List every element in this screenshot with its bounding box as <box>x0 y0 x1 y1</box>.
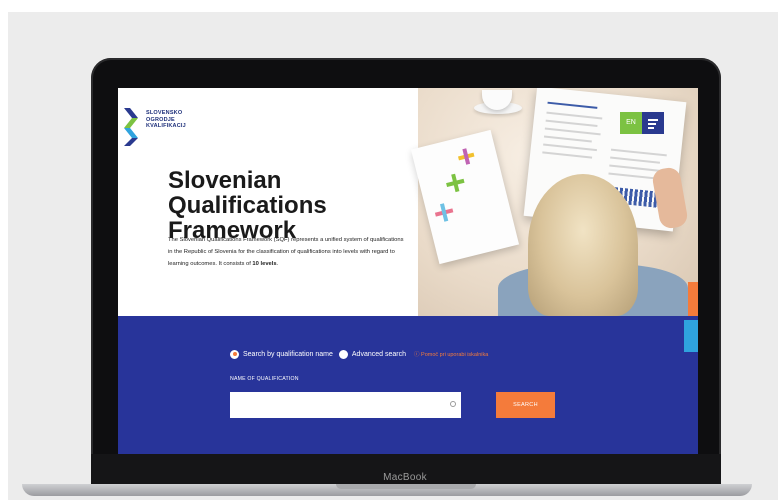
qualification-name-label: NAME OF QUALIFICATION <box>230 376 299 382</box>
laptop-brand-label: MacBook <box>383 472 427 483</box>
help-link[interactable]: ⓘ Pomoč pri uporabi iskalnika <box>414 350 488 358</box>
logo-text: SLOVENSKO OGRODJE KVALIFIKACIJ <box>146 110 186 129</box>
laptop-base-notch <box>336 484 476 489</box>
logo-chevron-icon <box>124 108 138 146</box>
side-accent-orange[interactable] <box>688 282 698 316</box>
search-button[interactable]: SEARCH <box>496 392 555 418</box>
hamburger-icon-line <box>648 123 656 125</box>
hamburger-icon <box>648 119 658 121</box>
page-top-strip <box>0 0 778 12</box>
radio-advanced-search[interactable] <box>338 349 348 359</box>
page-left-strip <box>0 0 8 500</box>
person-head <box>528 174 638 316</box>
hamburger-icon-line <box>648 127 654 129</box>
hero-section: SLOVENSKO OGRODJE KVALIFIKACIJ EN Sloven… <box>118 88 698 324</box>
plus-mark-green <box>444 172 466 194</box>
site-logo[interactable]: SLOVENSKO OGRODJE KVALIFIKACIJ <box>122 106 222 148</box>
language-button[interactable]: EN <box>620 112 642 134</box>
side-accent-blue[interactable] <box>684 320 698 352</box>
search-panel: Search by qualification name Advanced se… <box>118 316 698 454</box>
plus-mark-yellow <box>457 147 476 166</box>
search-mode-options: Search by qualification name Advanced se… <box>230 348 488 360</box>
menu-button[interactable] <box>642 112 664 134</box>
clear-icon[interactable] <box>450 401 456 407</box>
help-link-label: Pomoč pri uporabi iskalnika <box>421 352 489 358</box>
qualification-name-input[interactable] <box>230 392 461 418</box>
help-icon: ⓘ <box>413 352 420 358</box>
hero-description: The Slovenian Qualifications Framework (… <box>168 234 404 270</box>
hero-description-bold: 10 levels <box>252 261 277 267</box>
radio-search-by-name[interactable] <box>230 349 239 359</box>
hero-description-text: The Slovenian Qualifications Framework (… <box>168 237 404 267</box>
page-title: Slovenian Qualifications Framework <box>168 167 327 244</box>
laptop-screen: SLOVENSKO OGRODJE KVALIFIKACIJ EN Sloven… <box>118 88 698 454</box>
radio-advanced-search-label[interactable]: Advanced search <box>352 351 406 358</box>
hero-description-end: . <box>276 261 279 267</box>
radio-search-by-name-label[interactable]: Search by qualification name <box>243 351 333 358</box>
